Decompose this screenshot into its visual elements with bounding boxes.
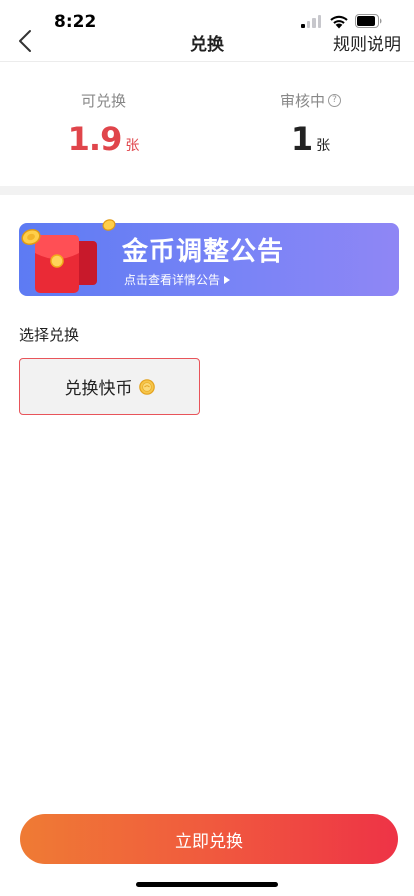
reviewing-label: 审核中 xyxy=(279,92,325,110)
available-unit: 张 xyxy=(125,138,140,154)
announcement-banner[interactable]: 金币调整公告 点击查看详情公告 xyxy=(19,219,399,296)
available-label: 可兑换 xyxy=(80,92,126,110)
rules-link[interactable]: 规则说明 xyxy=(333,30,401,55)
chevron-left-icon xyxy=(19,30,31,52)
home-indicator[interactable] xyxy=(136,882,278,887)
exchange-now-label: 立即兑换 xyxy=(175,831,243,852)
banner-title: 金币调整公告 xyxy=(122,237,285,267)
balance-stats: 可兑换 1.9 张 审核中 ? 1 张 xyxy=(0,62,414,186)
red-envelope-icon xyxy=(21,219,116,293)
exchange-option-kuaibi[interactable]: 兑换快币 xyxy=(19,358,200,415)
exchange-option-label: 兑换快币 xyxy=(64,379,133,399)
reviewing-value: 1 xyxy=(290,120,313,158)
nav-bar: 兑换 规则说明 xyxy=(0,22,414,62)
available-stat: 可兑换 1.9 张 xyxy=(0,62,207,186)
section-divider xyxy=(0,186,414,195)
back-button[interactable] xyxy=(10,26,40,56)
banner-subtitle: 点击查看详情公告 xyxy=(124,273,221,287)
caret-right-icon xyxy=(224,275,231,284)
available-value: 1.9 xyxy=(67,120,123,158)
reviewing-stat: 审核中 ? 1 张 xyxy=(207,62,414,186)
reviewing-unit: 张 xyxy=(316,138,331,154)
select-exchange-label: 选择兑换 xyxy=(19,326,80,344)
gold-coin-icon xyxy=(138,378,155,395)
exchange-now-button[interactable]: 立即兑换 xyxy=(20,814,398,864)
question-circle-icon[interactable]: ? xyxy=(328,94,341,107)
